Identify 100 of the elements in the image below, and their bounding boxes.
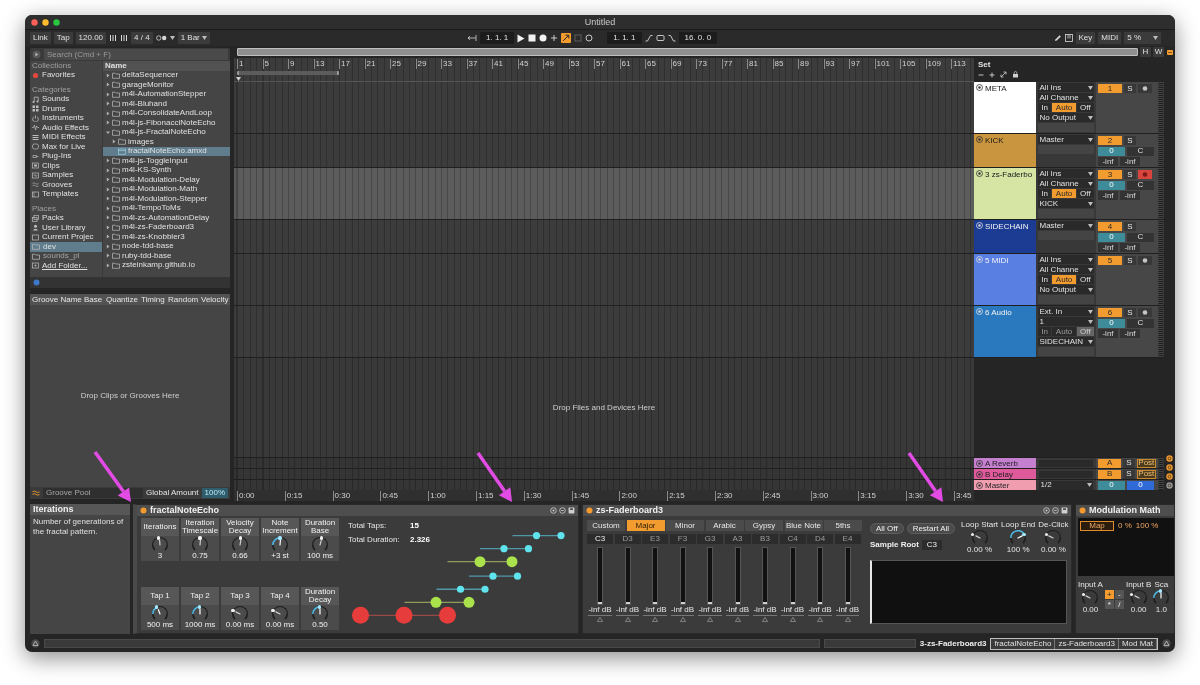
volume-field[interactable]: 0 (1098, 180, 1125, 190)
rounded-rect-icon[interactable] (655, 34, 665, 42)
note-field[interactable]: B3 (752, 534, 778, 544)
loop-start-field[interactable]: 1. 1. 1 (607, 32, 642, 44)
knob-pointer[interactable] (970, 532, 975, 536)
channel-dropdown[interactable]: All Channe (1038, 93, 1094, 102)
device-title-bar[interactable]: Modulation Math (1076, 505, 1174, 516)
file-item[interactable]: images (103, 137, 230, 147)
knob[interactable] (192, 606, 208, 620)
return-letter-button[interactable]: A (1098, 458, 1122, 468)
ring-icon[interactable] (585, 34, 594, 42)
record-arm-icon[interactable] (1138, 308, 1152, 317)
record-arm-icon[interactable] (1138, 256, 1152, 265)
time-ruler[interactable]: 0:00 0:15 0:30 0:45 1:00 1:15 1:30 1:45 2:00 2:15 2:30 2:45 3:00 3:15 3:30 3:45 (234, 490, 974, 501)
note-field[interactable]: D4 (807, 534, 833, 544)
fader-track[interactable] (679, 547, 686, 605)
knob-pointer[interactable] (157, 536, 161, 540)
fader-track[interactable] (817, 547, 823, 605)
track-title-bar[interactable]: SIDECHAIN (974, 220, 1036, 253)
play-icon[interactable] (517, 33, 526, 43)
horizontal-scrollbar[interactable] (44, 639, 820, 648)
fader-track[interactable] (789, 547, 796, 605)
column-header[interactable]: Timing (139, 295, 166, 304)
status-dot-icon[interactable] (1079, 507, 1086, 514)
toggle-icon[interactable] (1166, 50, 1173, 55)
search-field[interactable]: Search (Cmd + F) (44, 49, 228, 60)
channel-dropdown[interactable]: All Channe (1038, 265, 1094, 274)
sidebar-item[interactable]: Clips (30, 161, 102, 171)
pan-field[interactable]: 0 (1127, 480, 1154, 490)
dot-icon[interactable] (33, 279, 40, 286)
device-chain-item[interactable]: fractalNoteEcho (991, 638, 1056, 649)
ring-dot-icon[interactable] (976, 470, 983, 478)
tap-button[interactable]: Tap (53, 32, 73, 44)
toggle-button[interactable]: H (1140, 47, 1151, 57)
volume-field[interactable]: 0 (1098, 480, 1125, 490)
knob[interactable] (192, 537, 208, 551)
solo-button[interactable]: S (1124, 84, 1136, 93)
track-title-bar[interactable]: B Delay (974, 469, 1036, 479)
fader-track[interactable] (597, 547, 603, 605)
ramp-icon[interactable] (644, 34, 653, 42)
sidebar-item[interactable]: User Library (30, 223, 102, 233)
ring-dot-icon[interactable] (976, 136, 983, 143)
sidebar-item[interactable]: Add Folder... (30, 261, 102, 271)
file-item[interactable]: m4l-js-FibonacciNoteEcho (103, 118, 230, 128)
expand-arrow-icon[interactable] (106, 129, 110, 135)
empty-field[interactable] (1038, 347, 1094, 356)
vertical-bars-icon[interactable] (109, 34, 118, 42)
file-item[interactable]: garageMonitor (103, 80, 230, 90)
knob-pointer[interactable] (1081, 592, 1086, 596)
expand-arrow-icon[interactable] (106, 177, 110, 183)
file-item[interactable]: m4l-Modulation-Stepper (103, 194, 230, 204)
ring-dot-icon[interactable] (976, 459, 983, 467)
expand-icon[interactable] (1000, 71, 1007, 78)
sidebar-item[interactable]: dev (30, 242, 102, 252)
expand-arrow-icon[interactable] (106, 167, 110, 173)
arrow-bar-icon[interactable] (467, 34, 477, 42)
beat-time-ruler[interactable]: 1 5 9 13 17 21 25 29 33 37 41 45 49 53 57 61 65 69 73 77 81 85 89 93 97 101 105 109 113 (234, 58, 974, 82)
output-dropdown[interactable]: No Output (1038, 113, 1094, 122)
sidebar-item[interactable]: Favorites (30, 70, 102, 80)
expand-arrow-icon[interactable] (106, 82, 110, 88)
triangle-icon[interactable] (1162, 639, 1171, 648)
sidebar-item[interactable]: Current Projec (30, 232, 102, 242)
lock-icon[interactable] (1012, 71, 1019, 78)
input-dropdown[interactable]: All Ins (1038, 169, 1094, 178)
empty-field[interactable] (1038, 145, 1094, 154)
monitor-button[interactable]: Auto (1052, 103, 1076, 112)
zoom-icon[interactable] (53, 18, 60, 26)
expand-arrow-icon[interactable] (106, 110, 110, 116)
scale-button[interactable]: Blue Note (784, 520, 823, 531)
status-dot-icon[interactable] (586, 507, 593, 514)
operator-button[interactable]: / (1114, 600, 1124, 609)
record-arm-icon[interactable] (1138, 84, 1152, 93)
scale-button[interactable]: Minor (666, 520, 704, 531)
solo-button[interactable]: S (1124, 222, 1136, 231)
action-button[interactable]: All Off (870, 523, 904, 534)
cpu-load-display[interactable]: 5 % (1124, 32, 1161, 44)
sidebar-item[interactable]: MIDI Effects (30, 132, 102, 142)
expand-arrow-icon[interactable] (106, 186, 110, 192)
empty-field[interactable] (1038, 231, 1094, 240)
track-title-bar[interactable]: 6 Audio (974, 306, 1036, 357)
pan-field[interactable]: C (1127, 146, 1154, 156)
knob-pointer[interactable] (231, 608, 235, 612)
sample-root-field[interactable]: C3 (921, 540, 942, 550)
pan-field[interactable]: C (1127, 232, 1154, 242)
sidebar-item[interactable]: Packs (30, 213, 102, 223)
column-header[interactable]: Velocity (199, 295, 230, 304)
device-title-bar[interactable]: fractalNoteEcho (137, 505, 578, 516)
track-title-bar[interactable]: A Reverb (974, 458, 1036, 468)
file-item[interactable]: m4l-zs-AutomationDelay (103, 213, 230, 223)
device-chain-item[interactable]: zs-Faderboard3 (1055, 638, 1119, 649)
file-item[interactable]: m4l-zs-Knobbler3 (103, 232, 230, 242)
volume-field[interactable]: 0 (1098, 318, 1125, 328)
scale-button[interactable]: 5ths (824, 520, 862, 531)
solo-button[interactable]: S (1124, 256, 1136, 265)
minus-circle-icon[interactable] (559, 507, 566, 514)
track-number-button[interactable]: 5 (1098, 256, 1122, 265)
sidebar-item[interactable]: Templates (30, 189, 102, 199)
track-number-button[interactable]: 1 (1098, 84, 1122, 93)
knob-pointer[interactable] (197, 605, 201, 609)
file-item[interactable]: m4l-TempoToMs (103, 203, 230, 213)
